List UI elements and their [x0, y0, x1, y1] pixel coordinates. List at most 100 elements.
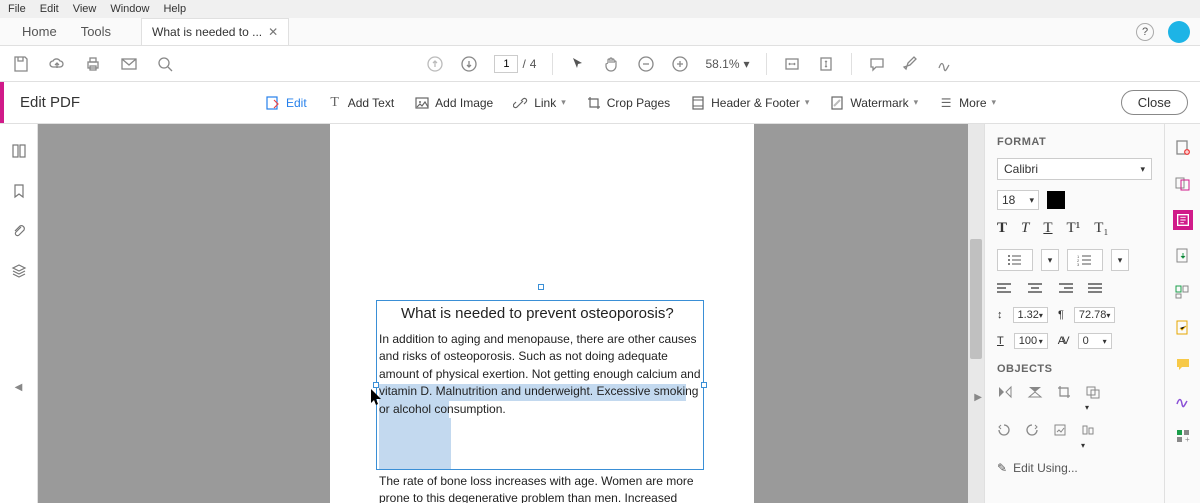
- bookmarks-icon[interactable]: [10, 182, 28, 200]
- scrollbar-thumb[interactable]: [970, 239, 982, 359]
- kerning-icon: AV: [1058, 335, 1068, 347]
- svg-text:+: +: [1185, 435, 1190, 444]
- organize-pages-icon[interactable]: [1173, 282, 1193, 302]
- layers-icon[interactable]: [10, 262, 28, 280]
- close-tab-icon[interactable]: ✕: [268, 25, 278, 39]
- line-spacing-icon: ↕: [997, 309, 1003, 321]
- comment-icon[interactable]: [868, 55, 886, 73]
- arrange-icon[interactable]: ▾: [1085, 385, 1101, 413]
- fit-width-icon[interactable]: [783, 55, 801, 73]
- combine-files-icon[interactable]: [1173, 174, 1193, 194]
- edit-using-button[interactable]: ✎ Edit Using...: [997, 461, 1152, 475]
- watermark-icon: [829, 95, 845, 111]
- more-icon: ☰: [938, 95, 954, 111]
- thumbnails-icon[interactable]: [10, 142, 28, 160]
- total-pages: 4: [530, 57, 537, 71]
- print-icon[interactable]: [84, 55, 102, 73]
- cloud-icon[interactable]: [48, 55, 66, 73]
- fill-sign-icon[interactable]: [1173, 390, 1193, 410]
- more-tools-icon[interactable]: +: [1173, 426, 1193, 446]
- replace-image-icon[interactable]: [1053, 423, 1067, 451]
- align-right-icon[interactable]: [1057, 283, 1073, 295]
- menubar: File Edit View Window Help: [0, 0, 1200, 18]
- tab-document[interactable]: What is needed to ... ✕: [141, 18, 289, 45]
- add-text-button[interactable]: T Add Text: [327, 95, 394, 111]
- crop-pages-button[interactable]: Crop Pages: [586, 95, 670, 111]
- bold-button[interactable]: T: [997, 220, 1007, 237]
- header-footer-button[interactable]: Header & Footer ▾: [690, 95, 809, 111]
- hand-tool-icon[interactable]: [603, 55, 621, 73]
- bullet-list-button[interactable]: [997, 249, 1033, 271]
- number-list-button[interactable]: 123: [1067, 249, 1103, 271]
- mail-icon[interactable]: [120, 55, 138, 73]
- align-center-icon[interactable]: [1027, 283, 1043, 295]
- zoom-level[interactable]: 58.1% ▾: [705, 57, 749, 71]
- tab-row: Home Tools What is needed to ... ✕ ?: [0, 18, 1200, 46]
- flip-horizontal-icon[interactable]: [997, 385, 1013, 413]
- font-size-select[interactable]: 18 ▾: [997, 190, 1039, 210]
- edit-pdf-title: Edit PDF: [20, 94, 80, 111]
- rotate-cw-icon[interactable]: [1025, 423, 1039, 451]
- add-image-button[interactable]: Add Image: [414, 95, 493, 111]
- zoom-out-icon[interactable]: [637, 55, 655, 73]
- menu-view[interactable]: View: [73, 3, 97, 15]
- font-color-swatch[interactable]: [1047, 191, 1065, 209]
- save-icon[interactable]: [12, 55, 30, 73]
- tab-tools[interactable]: Tools: [69, 18, 123, 45]
- select-tool-icon[interactable]: [569, 55, 587, 73]
- send-for-comments-icon[interactable]: [1173, 318, 1193, 338]
- menu-help[interactable]: Help: [163, 3, 186, 15]
- superscript-button[interactable]: T¹: [1067, 220, 1081, 237]
- image-icon: [414, 95, 430, 111]
- main-area: ◀ What is needed to prevent osteoporosis…: [0, 124, 1200, 503]
- number-list-dropdown[interactable]: ▾: [1111, 249, 1129, 271]
- sign-icon[interactable]: [936, 55, 954, 73]
- bullet-list-dropdown[interactable]: ▾: [1041, 249, 1059, 271]
- kerning-value[interactable]: 0▾: [1078, 333, 1112, 349]
- italic-button[interactable]: T: [1021, 220, 1029, 237]
- menu-file[interactable]: File: [8, 3, 26, 15]
- subscript-button[interactable]: T₁: [1094, 220, 1108, 237]
- search-icon[interactable]: [156, 55, 174, 73]
- horizontal-scale-value[interactable]: 100▾: [1014, 333, 1048, 349]
- horizontal-scale-icon: T: [997, 335, 1004, 347]
- zoom-in-icon[interactable]: [671, 55, 689, 73]
- more-button[interactable]: ☰ More ▾: [938, 95, 996, 111]
- paragraph-spacing-icon: ¶: [1058, 309, 1064, 321]
- font-family-select[interactable]: Calibri ▾: [997, 158, 1152, 180]
- edit-pdf-tool-icon[interactable]: [1173, 210, 1193, 230]
- create-pdf-icon[interactable]: [1173, 138, 1193, 158]
- page-up-icon[interactable]: [426, 55, 444, 73]
- fit-page-icon[interactable]: [817, 55, 835, 73]
- document-canvas[interactable]: What is needed to prevent osteoporosis? …: [38, 124, 984, 503]
- page-down-icon[interactable]: [460, 55, 478, 73]
- align-left-icon[interactable]: [997, 283, 1013, 295]
- watermark-button[interactable]: Watermark ▾: [829, 95, 918, 111]
- menu-window[interactable]: Window: [110, 3, 149, 15]
- comment-tool-icon[interactable]: [1173, 354, 1193, 374]
- rotate-ccw-icon[interactable]: [997, 423, 1011, 451]
- help-icon[interactable]: ?: [1136, 23, 1154, 41]
- font-size-value: 18: [1002, 193, 1015, 207]
- export-pdf-icon[interactable]: [1173, 246, 1193, 266]
- attachments-icon[interactable]: [10, 222, 28, 240]
- align-justify-icon[interactable]: [1087, 283, 1103, 295]
- resize-handle-top[interactable]: [538, 284, 544, 290]
- align-objects-icon[interactable]: ▾: [1081, 423, 1095, 451]
- highlight-icon[interactable]: [902, 55, 920, 73]
- paragraph-spacing-value[interactable]: 72.78▾: [1074, 307, 1116, 323]
- close-button[interactable]: Close: [1121, 90, 1188, 115]
- tab-home[interactable]: Home: [10, 18, 69, 45]
- collapse-left-icon[interactable]: ◀: [15, 382, 23, 393]
- edit-button[interactable]: Edit: [265, 95, 307, 111]
- add-image-label: Add Image: [435, 96, 493, 110]
- expand-right-icon[interactable]: ▶: [974, 392, 982, 403]
- flip-vertical-icon[interactable]: [1027, 385, 1043, 413]
- menu-edit[interactable]: Edit: [40, 3, 59, 15]
- crop-object-icon[interactable]: [1057, 385, 1071, 413]
- link-button[interactable]: Link ▾: [513, 95, 566, 111]
- current-page-input[interactable]: [494, 55, 518, 73]
- underline-button[interactable]: T: [1043, 220, 1052, 237]
- line-spacing-value[interactable]: 1.32▾: [1013, 307, 1048, 323]
- avatar[interactable]: [1168, 21, 1190, 43]
